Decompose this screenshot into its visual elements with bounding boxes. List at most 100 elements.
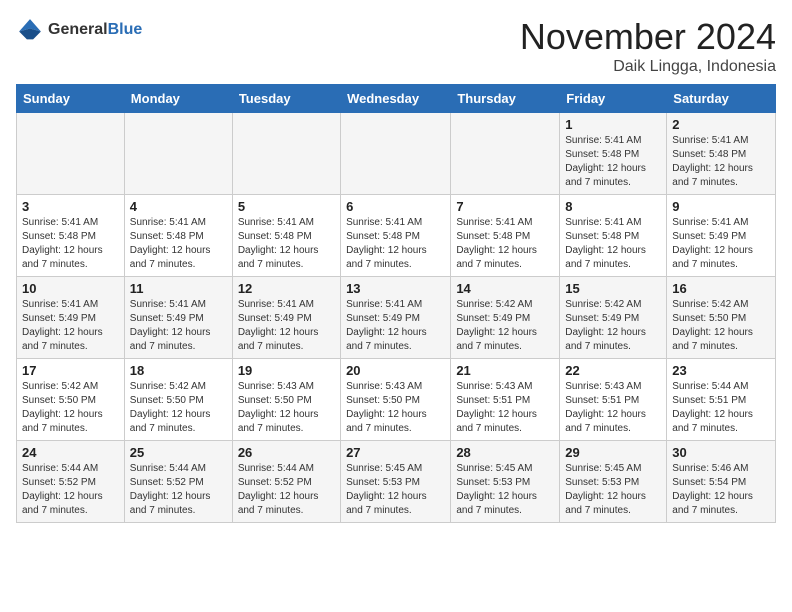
- day-detail: Sunrise: 5:43 AM Sunset: 5:50 PM Dayligh…: [238, 380, 335, 436]
- week-row-2: 3Sunrise: 5:41 AM Sunset: 5:48 PM Daylig…: [17, 195, 776, 277]
- day-detail: Sunrise: 5:43 AM Sunset: 5:51 PM Dayligh…: [456, 380, 554, 436]
- day-detail: Sunrise: 5:41 AM Sunset: 5:49 PM Dayligh…: [238, 298, 335, 354]
- calendar-cell: 11 Sunrise: 5:41 AM Sunset: 5:49 PM Dayli…: [124, 277, 232, 359]
- header-thursday: Thursday: [451, 85, 560, 113]
- calendar-cell: 18 Sunrise: 5:42 AM Sunset: 5:50 PM Dayli…: [124, 359, 232, 441]
- day-detail: Sunrise: 5:41 AM Sunset: 5:49 PM Dayligh…: [346, 298, 445, 354]
- logo-text: GeneralBlue: [48, 21, 142, 39]
- day-detail: Sunrise: 5:43 AM Sunset: 5:51 PM Dayligh…: [565, 380, 661, 436]
- title-block: November 2024 Daik Lingga, Indonesia: [520, 16, 776, 76]
- day-number: 22: [565, 363, 661, 378]
- day-number: 8: [565, 199, 661, 214]
- day-detail: Sunrise: 5:44 AM Sunset: 5:52 PM Dayligh…: [238, 462, 335, 518]
- day-number: 4: [130, 199, 227, 214]
- day-number: 26: [238, 445, 335, 460]
- calendar-cell: 17 Sunrise: 5:42 AM Sunset: 5:50 PM Dayli…: [17, 359, 125, 441]
- calendar-cell: [232, 113, 340, 195]
- day-number: 30: [672, 445, 770, 460]
- logo-general: General: [48, 21, 108, 38]
- header-sunday: Sunday: [17, 85, 125, 113]
- day-detail: Sunrise: 5:46 AM Sunset: 5:54 PM Dayligh…: [672, 462, 770, 518]
- day-detail: Sunrise: 5:44 AM Sunset: 5:52 PM Dayligh…: [130, 462, 227, 518]
- day-detail: Sunrise: 5:45 AM Sunset: 5:53 PM Dayligh…: [565, 462, 661, 518]
- day-detail: Sunrise: 5:41 AM Sunset: 5:49 PM Dayligh…: [672, 216, 770, 272]
- day-detail: Sunrise: 5:41 AM Sunset: 5:48 PM Dayligh…: [672, 134, 770, 190]
- day-number: 5: [238, 199, 335, 214]
- day-number: 12: [238, 281, 335, 296]
- day-detail: Sunrise: 5:41 AM Sunset: 5:48 PM Dayligh…: [565, 216, 661, 272]
- header-row: SundayMondayTuesdayWednesdayThursdayFrid…: [17, 85, 776, 113]
- day-detail: Sunrise: 5:41 AM Sunset: 5:49 PM Dayligh…: [22, 298, 119, 354]
- day-detail: Sunrise: 5:42 AM Sunset: 5:50 PM Dayligh…: [130, 380, 227, 436]
- header-tuesday: Tuesday: [232, 85, 340, 113]
- logo-icon: [16, 16, 44, 44]
- day-detail: Sunrise: 5:41 AM Sunset: 5:48 PM Dayligh…: [346, 216, 445, 272]
- calendar-cell: 23 Sunrise: 5:44 AM Sunset: 5:51 PM Dayli…: [667, 359, 776, 441]
- calendar-cell: 3Sunrise: 5:41 AM Sunset: 5:48 PM Daylig…: [17, 195, 125, 277]
- calendar-cell: 16 Sunrise: 5:42 AM Sunset: 5:50 PM Dayli…: [667, 277, 776, 359]
- calendar-cell: 26 Sunrise: 5:44 AM Sunset: 5:52 PM Dayli…: [232, 441, 340, 523]
- day-number: 29: [565, 445, 661, 460]
- calendar-cell: 22 Sunrise: 5:43 AM Sunset: 5:51 PM Dayli…: [560, 359, 667, 441]
- day-detail: Sunrise: 5:41 AM Sunset: 5:48 PM Dayligh…: [456, 216, 554, 272]
- calendar-cell: [341, 113, 451, 195]
- day-number: 17: [22, 363, 119, 378]
- calendar-cell: 28 Sunrise: 5:45 AM Sunset: 5:53 PM Dayli…: [451, 441, 560, 523]
- week-row-5: 24 Sunrise: 5:44 AM Sunset: 5:52 PM Dayli…: [17, 441, 776, 523]
- calendar-cell: 30 Sunrise: 5:46 AM Sunset: 5:54 PM Dayli…: [667, 441, 776, 523]
- day-number: 14: [456, 281, 554, 296]
- calendar-header: SundayMondayTuesdayWednesdayThursdayFrid…: [17, 85, 776, 113]
- day-detail: Sunrise: 5:42 AM Sunset: 5:50 PM Dayligh…: [672, 298, 770, 354]
- day-detail: Sunrise: 5:42 AM Sunset: 5:49 PM Dayligh…: [456, 298, 554, 354]
- header-wednesday: Wednesday: [341, 85, 451, 113]
- day-number: 7: [456, 199, 554, 214]
- day-number: 18: [130, 363, 227, 378]
- calendar-cell: 7 Sunrise: 5:41 AM Sunset: 5:48 PM Daylig…: [451, 195, 560, 277]
- day-number: 23: [672, 363, 770, 378]
- day-number: 20: [346, 363, 445, 378]
- calendar-cell: 27 Sunrise: 5:45 AM Sunset: 5:53 PM Dayli…: [341, 441, 451, 523]
- location: Daik Lingga, Indonesia: [520, 58, 776, 76]
- day-number: 9: [672, 199, 770, 214]
- day-number: 1: [565, 117, 661, 132]
- day-number: 6: [346, 199, 445, 214]
- calendar-cell: 24Sunrise: 5:44 AM Sunset: 5:52 PM Dayli…: [17, 441, 125, 523]
- calendar-cell: 19Sunrise: 5:43 AM Sunset: 5:50 PM Dayli…: [232, 359, 340, 441]
- day-detail: Sunrise: 5:45 AM Sunset: 5:53 PM Dayligh…: [456, 462, 554, 518]
- day-number: 28: [456, 445, 554, 460]
- day-number: 16: [672, 281, 770, 296]
- day-detail: Sunrise: 5:42 AM Sunset: 5:50 PM Dayligh…: [22, 380, 119, 436]
- calendar-cell: 2Sunrise: 5:41 AM Sunset: 5:48 PM Daylig…: [667, 113, 776, 195]
- week-row-4: 17 Sunrise: 5:42 AM Sunset: 5:50 PM Dayli…: [17, 359, 776, 441]
- logo-blue: Blue: [108, 21, 143, 38]
- calendar-cell: 4 Sunrise: 5:41 AM Sunset: 5:48 PM Daylig…: [124, 195, 232, 277]
- day-detail: Sunrise: 5:41 AM Sunset: 5:48 PM Dayligh…: [130, 216, 227, 272]
- calendar-cell: 13Sunrise: 5:41 AM Sunset: 5:49 PM Dayli…: [341, 277, 451, 359]
- calendar-cell: 20Sunrise: 5:43 AM Sunset: 5:50 PM Dayli…: [341, 359, 451, 441]
- calendar-body: 1 Sunrise: 5:41 AM Sunset: 5:48 PM Daylig…: [17, 113, 776, 523]
- header-monday: Monday: [124, 85, 232, 113]
- day-number: 24: [22, 445, 119, 460]
- week-row-3: 10Sunrise: 5:41 AM Sunset: 5:49 PM Dayli…: [17, 277, 776, 359]
- day-number: 27: [346, 445, 445, 460]
- day-detail: Sunrise: 5:41 AM Sunset: 5:48 PM Dayligh…: [238, 216, 335, 272]
- calendar-cell: 1 Sunrise: 5:41 AM Sunset: 5:48 PM Daylig…: [560, 113, 667, 195]
- calendar-cell: 10Sunrise: 5:41 AM Sunset: 5:49 PM Dayli…: [17, 277, 125, 359]
- calendar-cell: 5 Sunrise: 5:41 AM Sunset: 5:48 PM Daylig…: [232, 195, 340, 277]
- day-detail: Sunrise: 5:42 AM Sunset: 5:49 PM Dayligh…: [565, 298, 661, 354]
- calendar-cell: [451, 113, 560, 195]
- month-title: November 2024: [520, 16, 776, 58]
- day-number: 15: [565, 281, 661, 296]
- day-number: 11: [130, 281, 227, 296]
- calendar-table: SundayMondayTuesdayWednesdayThursdayFrid…: [16, 84, 776, 523]
- calendar-cell: 12 Sunrise: 5:41 AM Sunset: 5:49 PM Dayli…: [232, 277, 340, 359]
- day-detail: Sunrise: 5:41 AM Sunset: 5:49 PM Dayligh…: [130, 298, 227, 354]
- page-header: GeneralBlue November 2024 Daik Lingga, I…: [16, 16, 776, 76]
- calendar-cell: 29 Sunrise: 5:45 AM Sunset: 5:53 PM Dayli…: [560, 441, 667, 523]
- calendar-cell: 6 Sunrise: 5:41 AM Sunset: 5:48 PM Daylig…: [341, 195, 451, 277]
- day-detail: Sunrise: 5:41 AM Sunset: 5:48 PM Dayligh…: [565, 134, 661, 190]
- day-detail: Sunrise: 5:44 AM Sunset: 5:51 PM Dayligh…: [672, 380, 770, 436]
- day-detail: Sunrise: 5:41 AM Sunset: 5:48 PM Dayligh…: [22, 216, 119, 272]
- header-friday: Friday: [560, 85, 667, 113]
- day-detail: Sunrise: 5:45 AM Sunset: 5:53 PM Dayligh…: [346, 462, 445, 518]
